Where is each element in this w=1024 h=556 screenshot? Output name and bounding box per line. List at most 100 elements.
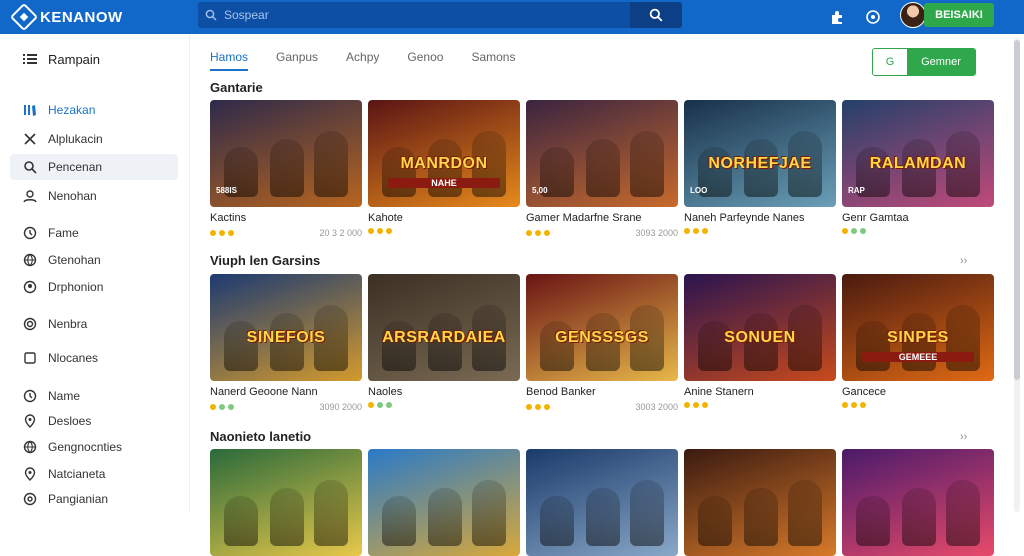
tab-genoo[interactable]: Genoo xyxy=(407,50,443,71)
game-thumbnail[interactable]: 588IS xyxy=(210,100,362,207)
game-stats: 20 3 2 000 xyxy=(319,228,362,238)
game-thumbnail[interactable] xyxy=(842,449,994,556)
game-card[interactable]: SONUEN Anine Stanern xyxy=(684,274,836,412)
game-meta xyxy=(368,228,520,234)
game-thumbnail[interactable]: 5,00 xyxy=(526,100,678,207)
game-row xyxy=(210,449,994,556)
section-title: Naonieto lanetio xyxy=(210,429,312,444)
game-card[interactable] xyxy=(368,449,520,556)
game-title[interactable]: Kactins xyxy=(210,212,362,224)
game-thumbnail[interactable]: MANRDON NAHE xyxy=(368,100,520,207)
help-icon[interactable] xyxy=(862,6,884,28)
game-thumbnail[interactable]: RALAMDAN RAP xyxy=(842,100,994,207)
rating-dots xyxy=(210,404,234,410)
game-card[interactable]: 588IS Kactins 20 3 2 000 xyxy=(210,100,362,238)
game-card[interactable] xyxy=(526,449,678,556)
tab-samons[interactable]: Samons xyxy=(471,50,515,71)
game-title[interactable]: Nanerd Geoone Nann xyxy=(210,386,362,398)
tab-ganpus[interactable]: Ganpus xyxy=(276,50,318,71)
rating-dot xyxy=(219,404,225,410)
sidebar-item-name[interactable]: Name xyxy=(10,383,178,409)
sidebar-item-nlocanes[interactable]: Nlocanes xyxy=(10,345,178,371)
sidebar-item-hezakan[interactable]: Hezakan xyxy=(10,97,178,123)
game-card[interactable] xyxy=(210,449,362,556)
sidebar-item-pencenan[interactable]: Pencenan xyxy=(10,154,178,180)
brand[interactable]: KENANOW xyxy=(9,2,123,32)
game-title[interactable]: Naoles xyxy=(368,386,520,398)
search-bar xyxy=(198,2,682,28)
character-art xyxy=(472,480,506,546)
game-card[interactable] xyxy=(684,449,836,556)
game-title[interactable]: Gancece xyxy=(842,386,994,398)
game-title[interactable]: Genr Gamtaa xyxy=(842,212,994,224)
game-card[interactable]: NORHEFJAE LOO Naneh Parfeynde Nanes xyxy=(684,100,836,238)
sidebar-item-nenbra[interactable]: Nenbra xyxy=(10,311,178,337)
game-thumbnail[interactable]: SONUEN xyxy=(684,274,836,381)
sidebar-item-natcianeta[interactable]: Natcianeta xyxy=(10,461,178,487)
game-card[interactable]: SINEFOIS Nanerd Geoone Nann 3090 2000 xyxy=(210,274,362,412)
game-card[interactable]: SINPES GEMEEE Gancece xyxy=(842,274,994,412)
game-thumbnail[interactable]: NORHEFJAE LOO xyxy=(684,100,836,207)
user-button[interactable]: BEISAIKI xyxy=(924,3,994,27)
sidebar-item-nenohan[interactable]: Nenohan xyxy=(10,183,178,209)
sidebar-item-gengnocnties[interactable]: Gengnocnties xyxy=(10,434,178,460)
game-title[interactable]: Gamer Madarfne Srane xyxy=(526,212,678,224)
rating-dot xyxy=(702,402,708,408)
character-art xyxy=(540,496,574,546)
sidebar-title[interactable]: Rampain xyxy=(10,46,178,72)
game-thumbnail[interactable] xyxy=(526,449,678,556)
rating-dots xyxy=(526,404,550,410)
game-card[interactable]: GENSSSGS Benod Banker 3003 2000 xyxy=(526,274,678,412)
game-thumbnail[interactable]: ARSRARDAIEA xyxy=(368,274,520,381)
search-icon xyxy=(22,159,38,175)
game-card[interactable]: ARSRARDAIEA Naoles xyxy=(368,274,520,412)
sidebar-item-pangianian[interactable]: Pangianian xyxy=(10,486,178,512)
game-logo-text: RALAMDAN xyxy=(869,155,967,172)
search-input[interactable] xyxy=(224,2,628,28)
game-stats: 3093 2000 xyxy=(635,228,678,238)
game-thumbnail[interactable]: GENSSSGS xyxy=(526,274,678,381)
game-card[interactable]: RALAMDAN RAP Genr Gamtaa xyxy=(842,100,994,238)
game-thumbnail[interactable]: SINEFOIS xyxy=(210,274,362,381)
game-card[interactable]: 5,00 Gamer Madarfne Srane 3093 2000 xyxy=(526,100,678,238)
game-meta: 20 3 2 000 xyxy=(210,228,362,238)
sidebar-item-fame[interactable]: Fame xyxy=(10,220,178,246)
game-logo-text: SONUEN xyxy=(724,329,796,346)
game-card[interactable] xyxy=(842,449,994,556)
square-icon xyxy=(22,350,38,366)
sidebar-item-alplukacin[interactable]: Alplukacin xyxy=(10,126,178,152)
sidebar-item-label: Drphonion xyxy=(48,280,104,294)
game-title[interactable]: Kahote xyxy=(368,212,520,224)
puzzle-icon[interactable] xyxy=(826,6,848,28)
tab-achpy[interactable]: Achpy xyxy=(346,50,379,71)
game-title[interactable]: Naneh Parfeynde Nanes xyxy=(684,212,836,224)
section-more-link[interactable]: ›› xyxy=(960,255,967,267)
game-logo-text: SINEFOIS xyxy=(246,329,326,346)
brand-name: KENANOW xyxy=(40,8,123,26)
section-more-link[interactable]: ›› xyxy=(960,431,967,443)
game-thumbnail[interactable] xyxy=(368,449,520,556)
game-title[interactable]: Anine Stanern xyxy=(684,386,836,398)
sidebar-item-drphonion[interactable]: Drphonion xyxy=(10,274,178,300)
game-thumbnail[interactable] xyxy=(684,449,836,556)
game-title[interactable]: Benod Banker xyxy=(526,386,678,398)
search-button[interactable] xyxy=(630,2,682,28)
avatar[interactable] xyxy=(900,2,926,28)
scrollbar-thumb[interactable] xyxy=(1014,40,1020,380)
game-card[interactable]: MANRDON NAHE Kahote xyxy=(368,100,520,238)
tab-hamos[interactable]: Hamos xyxy=(210,50,249,71)
section-title: Viuph len Garsins xyxy=(210,253,321,268)
rating-dots xyxy=(368,402,392,408)
character-art xyxy=(744,488,778,546)
cta-primary-button[interactable]: Gemner xyxy=(907,49,975,75)
game-logo-text: ARSRARDAIEA xyxy=(382,329,506,346)
game-thumbnail[interactable] xyxy=(210,449,362,556)
rating-dot xyxy=(210,404,216,410)
section-title: Gantarie xyxy=(210,80,263,95)
sidebar-item-gtenohan[interactable]: Gtenohan xyxy=(10,247,178,273)
game-thumbnail[interactable]: SINPES GEMEEE xyxy=(842,274,994,381)
game-meta xyxy=(684,402,836,408)
cta-secondary-button[interactable]: G xyxy=(873,49,907,75)
brand-logo-icon xyxy=(9,2,39,32)
sidebar-item-desloes[interactable]: Desloes xyxy=(10,408,178,434)
